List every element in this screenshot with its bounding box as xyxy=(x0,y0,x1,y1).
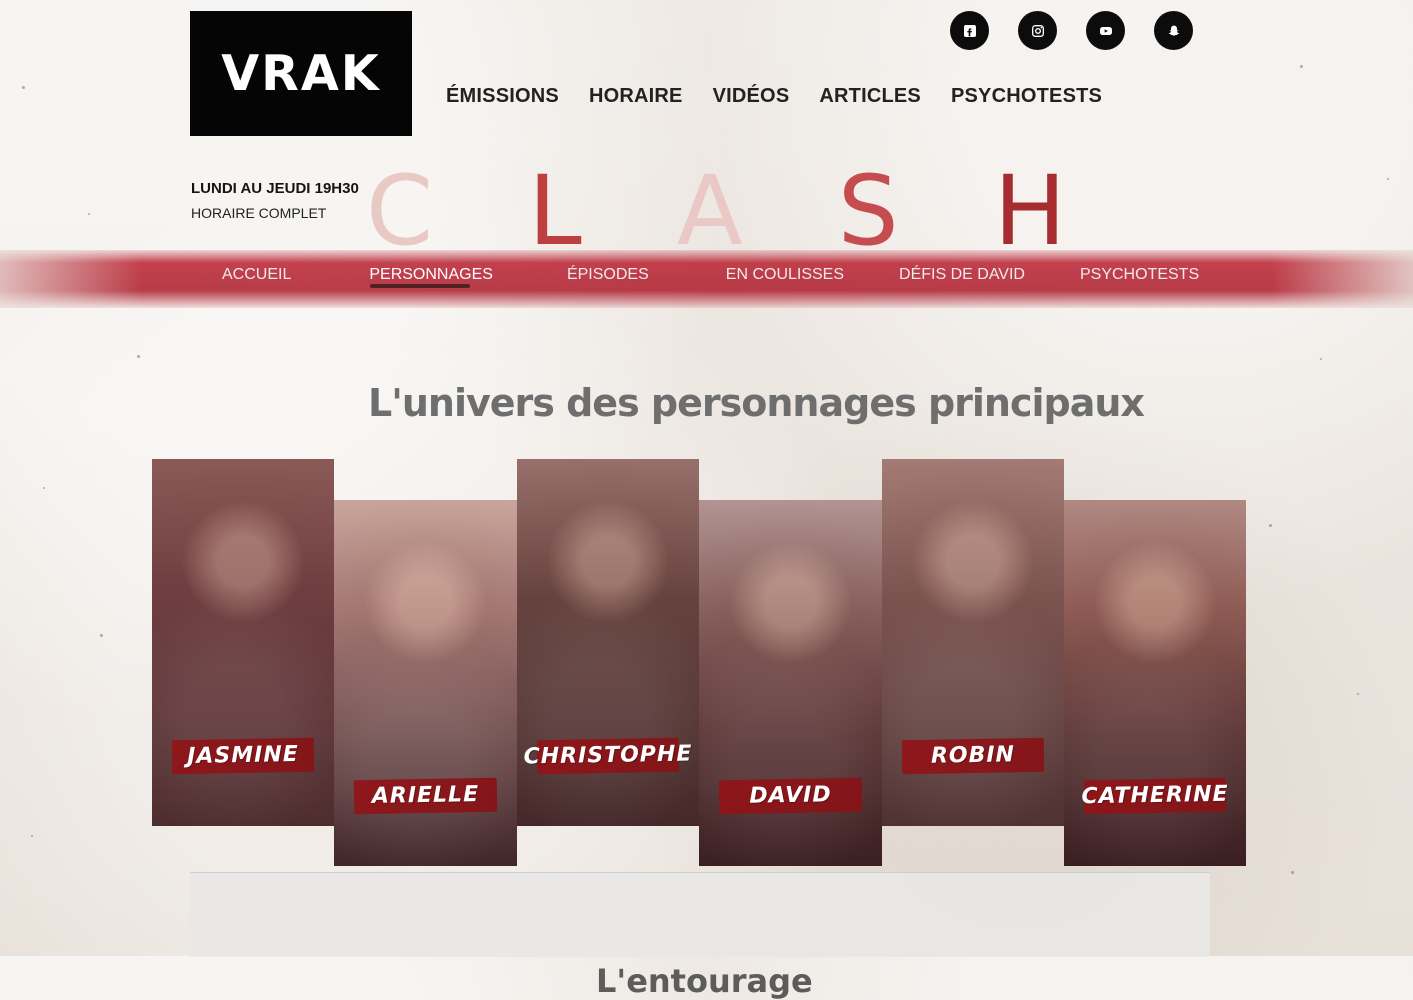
nav-psychotests[interactable]: PSYCHOTESTS xyxy=(951,86,1102,106)
character-name-tag: ROBIN xyxy=(901,737,1045,775)
character-card-jasmine[interactable]: JASMINE xyxy=(152,459,334,826)
facebook-icon xyxy=(963,24,976,37)
show-navigation: ACCUEIL PERSONNAGES ÉPISODES EN COULISSE… xyxy=(222,265,1199,285)
character-name-catherine: CATHERINE xyxy=(1081,781,1229,810)
full-schedule-link[interactable]: HORAIRE COMPLET xyxy=(191,205,359,221)
character-card-david[interactable]: DAVID xyxy=(699,500,882,866)
main-navigation: ÉMISSIONS HORAIRE VIDÉOS ARTICLES PSYCHO… xyxy=(446,86,1102,106)
youtube-button[interactable] xyxy=(1086,11,1125,50)
character-card-christophe[interactable]: CHRISTOPHE xyxy=(517,459,699,826)
instagram-icon xyxy=(1031,24,1044,37)
character-name-tag: JASMINE xyxy=(171,737,315,775)
facebook-button[interactable] xyxy=(950,11,989,50)
character-card-robin[interactable]: ROBIN xyxy=(882,459,1064,826)
character-name-tag: CHRISTOPHE xyxy=(523,737,693,775)
show-nav-episodes[interactable]: ÉPISODES xyxy=(567,267,649,283)
character-name-tag: CATHERINE xyxy=(1081,777,1229,815)
vrak-logo[interactable]: VRAK xyxy=(190,11,412,136)
show-title-letter-c: C xyxy=(366,155,434,267)
nav-horaire[interactable]: HORAIRE xyxy=(589,86,683,106)
vrak-logo-text: VRAK xyxy=(221,45,381,102)
character-name-christophe: CHRISTOPHE xyxy=(523,741,693,770)
show-title-letter-a: A xyxy=(676,155,743,267)
entourage-section xyxy=(190,872,1210,957)
character-name-david: DAVID xyxy=(749,782,832,809)
instagram-button[interactable] xyxy=(1018,11,1057,50)
nav-articles[interactable]: ARTICLES xyxy=(819,86,921,106)
character-name-tag: ARIELLE xyxy=(353,777,498,815)
character-card-catherine[interactable]: CATHERINE xyxy=(1064,500,1246,866)
snapchat-icon xyxy=(1168,25,1179,36)
snapchat-button[interactable] xyxy=(1154,11,1193,50)
nav-emissions[interactable]: ÉMISSIONS xyxy=(446,86,559,106)
character-name-arielle: ARIELLE xyxy=(371,782,480,809)
show-nav-psychotests[interactable]: PSYCHOTESTS xyxy=(1080,267,1199,283)
schedule-day-time: LUNDI AU JEUDI 19H30 xyxy=(191,180,359,197)
show-title-letter-s: S xyxy=(837,155,899,267)
section-title: L'univers des personnages principaux xyxy=(368,381,1145,426)
social-links xyxy=(950,11,1193,50)
active-nav-indicator xyxy=(370,284,470,288)
nav-videos[interactable]: VIDÉOS xyxy=(713,86,790,106)
character-card-arielle[interactable]: ARIELLE xyxy=(334,500,517,866)
schedule-info: LUNDI AU JEUDI 19H30 HORAIRE COMPLET xyxy=(191,180,359,221)
show-nav-en-coulisses[interactable]: EN COULISSES xyxy=(726,267,844,283)
show-title-letter-h: H xyxy=(993,155,1066,267)
character-name-jasmine: JASMINE xyxy=(186,742,299,769)
character-name-tag: DAVID xyxy=(718,777,863,815)
show-title: C L A S H xyxy=(366,155,1066,267)
youtube-icon xyxy=(1099,26,1112,35)
show-title-letter-l: L xyxy=(528,155,582,267)
entourage-heading: L'entourage xyxy=(596,961,813,1000)
show-nav-accueil[interactable]: ACCUEIL xyxy=(222,267,291,283)
show-nav-personnages[interactable]: PERSONNAGES xyxy=(369,267,493,283)
show-nav-defis-de-david[interactable]: DÉFIS DE DAVID xyxy=(899,267,1025,283)
character-name-robin: ROBIN xyxy=(930,742,1016,769)
